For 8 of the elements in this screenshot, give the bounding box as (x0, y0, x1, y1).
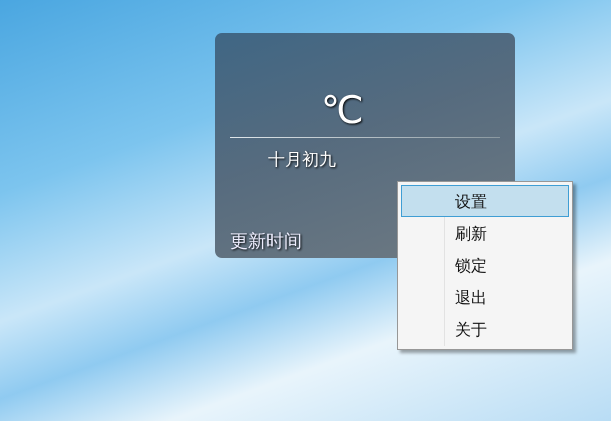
menu-item[interactable]: 关于 (401, 313, 569, 345)
menu-item[interactable]: 设置 (401, 185, 569, 217)
temperature-unit: ℃ (321, 88, 364, 132)
lunar-date: 十月初九 (268, 149, 336, 171)
update-time-label: 更新时间 (230, 230, 302, 254)
menu-item[interactable]: 刷新 (401, 217, 569, 249)
menu-item[interactable]: 退出 (401, 281, 569, 313)
menu-item[interactable]: 锁定 (401, 249, 569, 281)
